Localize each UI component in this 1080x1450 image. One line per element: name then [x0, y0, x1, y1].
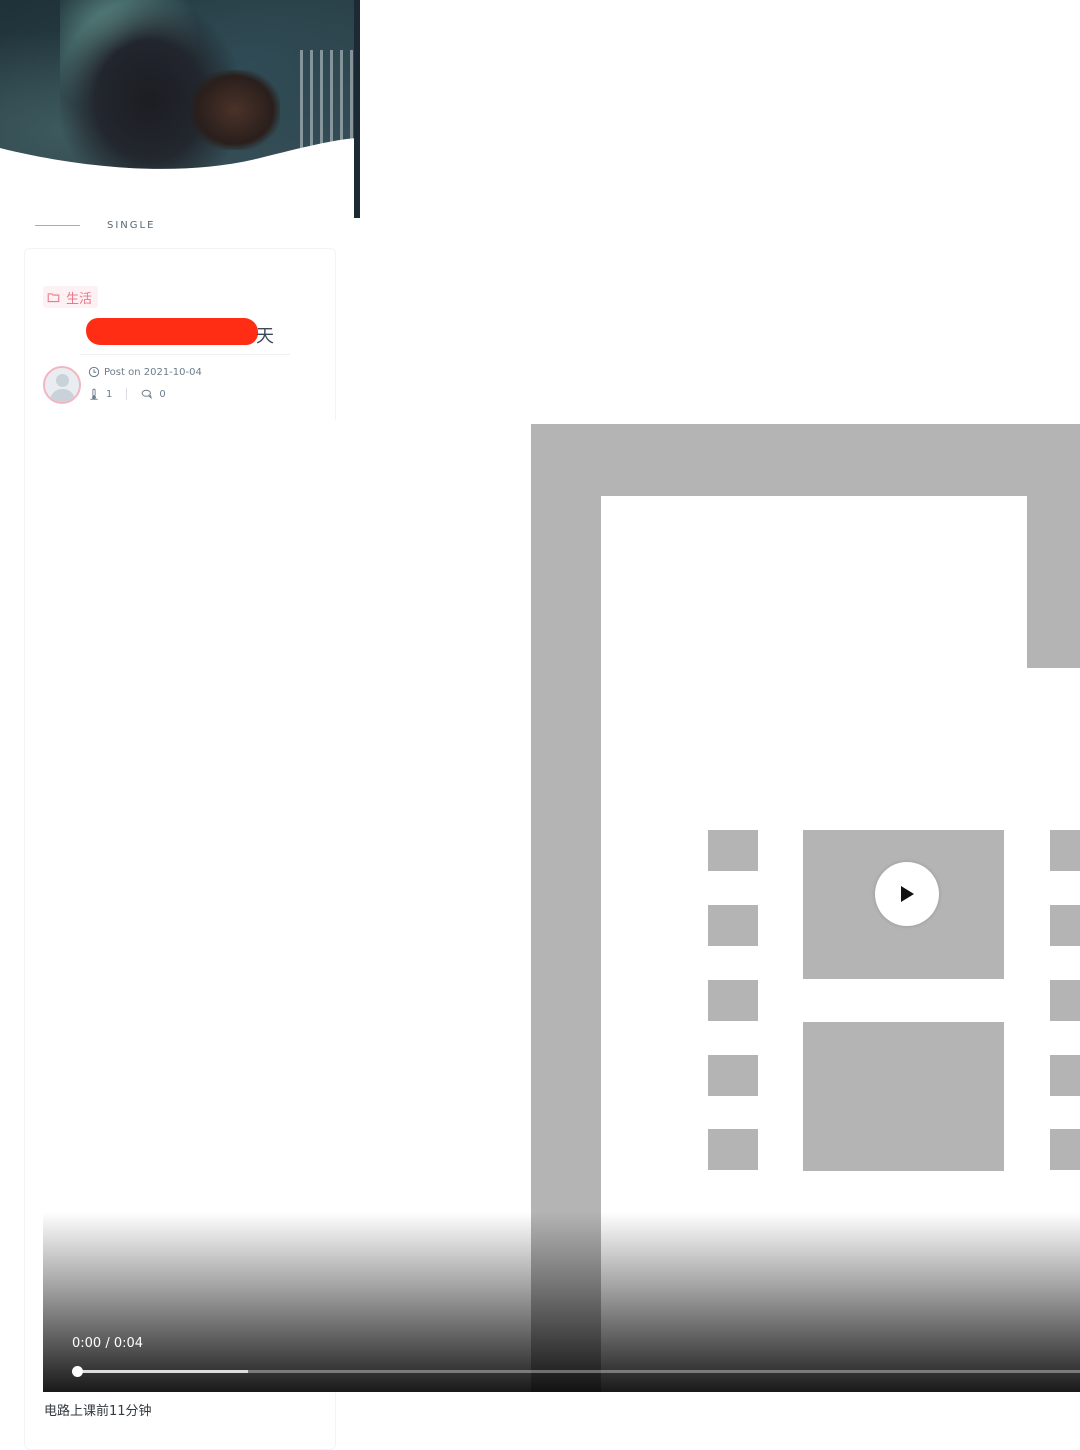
- video-placeholder-pin: [708, 830, 758, 871]
- video-progress-bar[interactable]: [72, 1366, 1080, 1377]
- post-title[interactable]: 天: [256, 322, 274, 348]
- comment-icon: [142, 389, 153, 399]
- play-button[interactable]: [875, 862, 939, 926]
- video-placeholder-pin: [708, 905, 758, 946]
- post-stats: 1 0: [88, 388, 166, 400]
- video-placeholder-pin: [1050, 1129, 1080, 1170]
- header-edge: [354, 0, 360, 218]
- category-tag[interactable]: 生活: [43, 286, 99, 308]
- thermometer-icon: [90, 388, 98, 400]
- video-buffer-bar: [77, 1370, 248, 1373]
- views-count: 1: [106, 388, 113, 400]
- video-caption: 电路上课前11分钟: [44, 1404, 152, 1419]
- redaction-mark: [86, 318, 258, 345]
- play-icon: [901, 886, 914, 902]
- video-placeholder-pin: [1050, 980, 1080, 1021]
- video-placeholder-pin: [1050, 830, 1080, 871]
- section-divider: [35, 225, 80, 226]
- video-placeholder-pin: [708, 1129, 758, 1170]
- clock-icon: [88, 366, 100, 378]
- section-label: SINGLE: [107, 220, 156, 231]
- video-placeholder-pin: [1050, 905, 1080, 946]
- video-progress-thumb[interactable]: [72, 1366, 83, 1377]
- post-date: Post on 2021-10-04: [88, 366, 202, 378]
- category-label: 生活: [66, 291, 93, 307]
- avatar[interactable]: [43, 366, 81, 404]
- video-player[interactable]: 0:00 / 0:04: [43, 420, 1080, 1392]
- header-image: [0, 0, 360, 218]
- video-placeholder-pin: [708, 980, 758, 1021]
- folder-icon: [47, 292, 60, 302]
- video-placeholder-frame-right: [1027, 424, 1080, 668]
- post-date-text: Post on 2021-10-04: [104, 366, 202, 378]
- video-placeholder-pin: [708, 1055, 758, 1096]
- video-time: 0:00 / 0:04: [72, 1336, 144, 1351]
- video-placeholder-block: [803, 1022, 1004, 1171]
- header-wave: [0, 138, 360, 218]
- video-placeholder-pin: [1050, 1055, 1080, 1096]
- comments-count: 0: [159, 388, 166, 400]
- video-controls-gradient: [43, 1212, 1080, 1392]
- video-placeholder-frame-top: [531, 424, 1080, 496]
- meta-separator: [126, 388, 128, 400]
